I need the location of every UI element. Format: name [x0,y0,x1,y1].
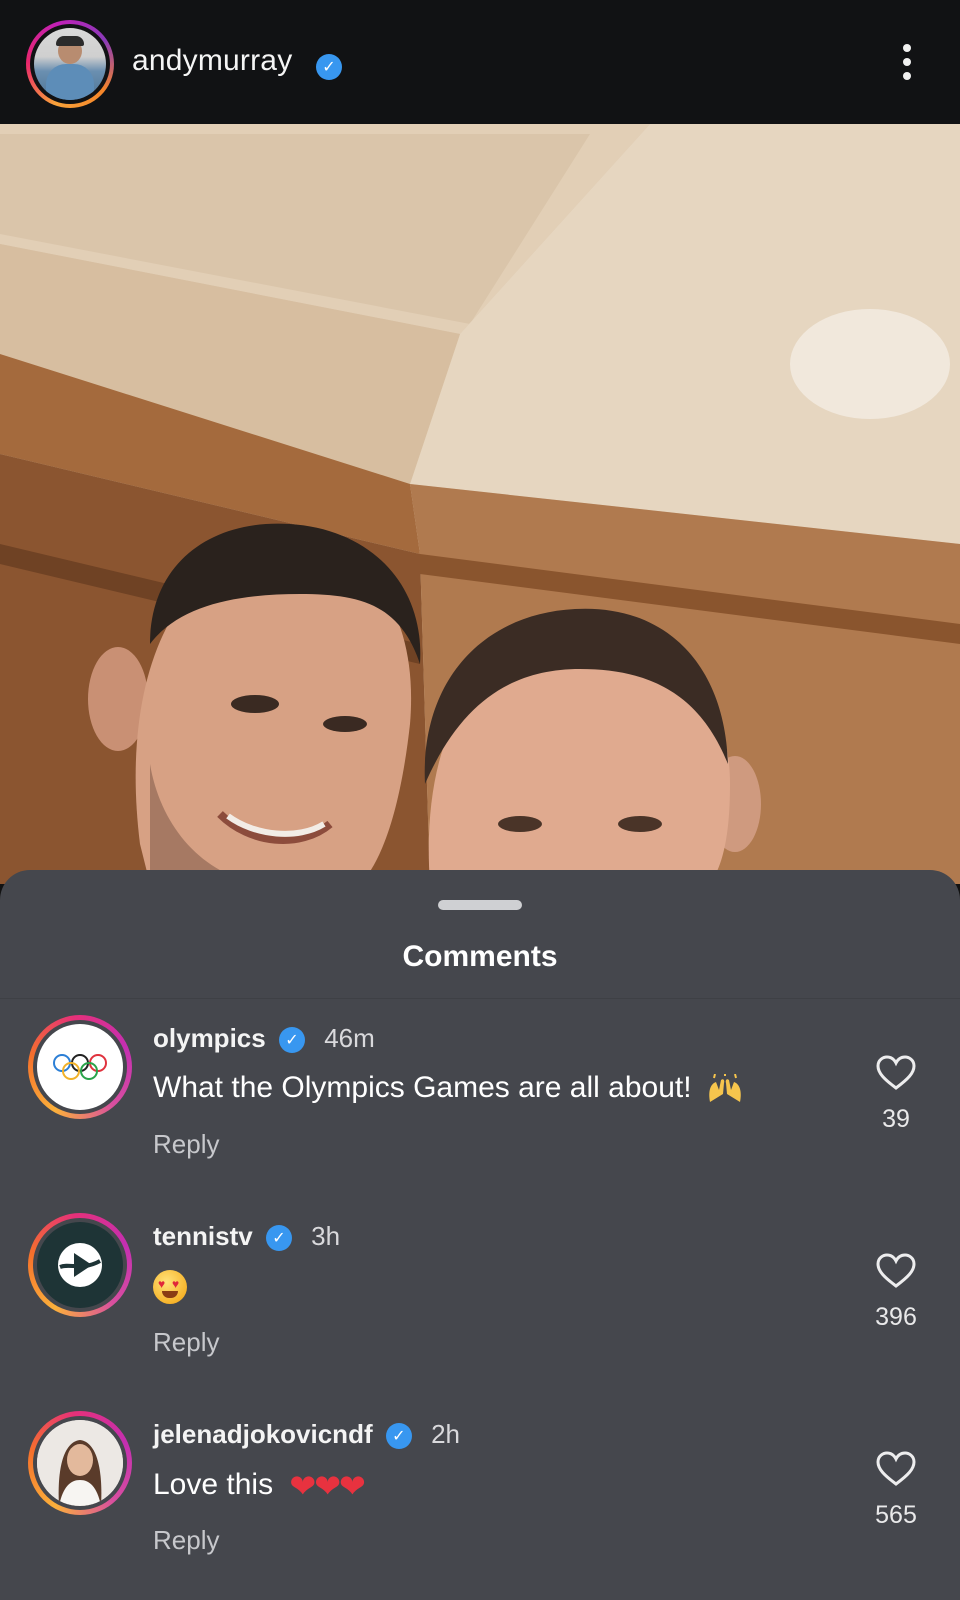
divider [0,998,960,999]
comment-avatar[interactable] [28,1411,132,1515]
profile-photo [37,1420,123,1506]
heart-icon[interactable] [876,1253,916,1289]
more-options-icon[interactable] [900,44,914,84]
verified-badge-icon: ✓ [278,1027,305,1054]
comment-time: 2h [431,1419,460,1449]
like-count: 39 [882,1105,910,1133]
comment-avatar[interactable] [28,1213,132,1317]
comment-text-row: Love this ❤❤❤ [153,1467,366,1505]
heart-icon[interactable] [876,1451,916,1487]
comment-avatar[interactable] [28,1015,132,1119]
comments-sheet: Comments olympics ✓ 46m What the Olympic… [0,870,960,1600]
red-hearts-emoji-icon: ❤❤❤ [289,1468,365,1504]
reply-button[interactable]: Reply [153,1327,219,1358]
comment-time: 46m [324,1023,375,1053]
like-control[interactable]: 565 [872,1451,920,1530]
comment-username[interactable]: tennistv [153,1221,253,1251]
like-count: 396 [875,1303,917,1331]
verified-badge-icon: ✓ [385,1423,412,1450]
like-control[interactable]: 396 [872,1253,920,1332]
reply-button[interactable]: Reply [153,1129,219,1160]
post-username[interactable]: andymurray [132,44,292,78]
comment-text-row: What the Olympics Games are all about! [153,1071,744,1105]
selfie-image [0,124,960,884]
post-header: andymurray ✓ [0,0,960,124]
raising-hands-emoji-icon [706,1073,744,1104]
avatar-image [34,28,106,100]
comment-text: Love this [153,1467,274,1501]
comment-item: tennistv ✓ 3h ♥ ♥ Reply 396 [0,1213,960,1393]
comments-title: Comments [402,940,558,973]
verified-badge-icon: ✓ [316,54,342,80]
tennistv-logo-icon [37,1222,123,1308]
comment-text-row: ♥ ♥ [153,1269,187,1305]
comment-time: 3h [311,1221,341,1251]
comment-username[interactable]: jelenadjokovicndf [153,1419,373,1449]
heart-eyes-emoji-icon: ♥ ♥ [153,1270,187,1305]
comment-item: olympics ✓ 46m What the Olympics Games a… [0,1015,960,1195]
comment-item: jelenadjokovicndf ✓ 2h Love this ❤❤❤ Rep… [0,1411,960,1591]
olympic-rings-icon [37,1024,123,1110]
heart-icon[interactable] [876,1055,916,1091]
like-control[interactable]: 39 [872,1055,920,1134]
post-photo[interactable] [0,124,960,884]
verified-badge-icon: ✓ [265,1225,292,1252]
profile-avatar[interactable] [26,20,114,108]
comment-username[interactable]: olympics [153,1023,266,1053]
like-count: 565 [875,1501,917,1529]
drag-handle[interactable] [438,900,522,910]
reply-button[interactable]: Reply [153,1525,219,1556]
comment-text: What the Olympics Games are all about! [153,1071,692,1104]
